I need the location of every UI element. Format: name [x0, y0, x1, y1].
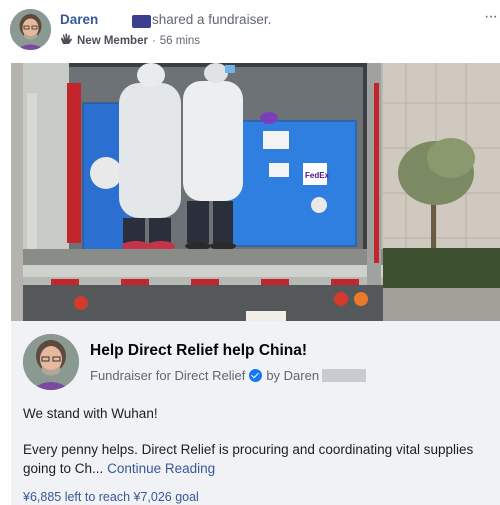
fundraiser-for-text[interactable]: Fundraiser for Direct Relief	[90, 368, 245, 383]
meta-separator: ·	[151, 34, 156, 47]
redacted-name-block	[322, 369, 367, 382]
new-member-badge: New Member	[77, 34, 148, 47]
post-timestamp[interactable]: 56 mins	[160, 35, 200, 47]
continue-reading-link[interactable]: Continue Reading	[107, 461, 215, 476]
more-options-icon[interactable]: ···	[484, 8, 498, 26]
fundraiser-card[interactable]: Help Direct Relief help China! Fundraise…	[11, 321, 500, 505]
fundraiser-photo[interactable]: FedEx	[11, 63, 500, 321]
fundraiser-avatar[interactable]	[23, 334, 79, 390]
fundraiser-subtitle: Fundraiser for Direct Relief by Daren	[90, 368, 367, 383]
redacted-name-block	[132, 15, 151, 28]
fundraiser-description: Every penny helps. Direct Relief is proc…	[23, 440, 493, 478]
post-header: Daren shared a fundraiser. New Member · …	[0, 0, 500, 62]
author-avatar[interactable]	[10, 9, 51, 50]
verified-badge-icon	[249, 369, 263, 382]
fundraiser-title[interactable]: Help Direct Relief help China!	[90, 342, 307, 360]
fundraiser-by-text: by Daren	[266, 368, 320, 383]
wave-icon	[60, 33, 73, 48]
author-name[interactable]: Daren	[60, 12, 98, 27]
post-meta: New Member · 56 mins	[60, 33, 200, 48]
post-action-text: shared a fundraiser.	[152, 12, 272, 27]
fundraiser-body: Every penny helps. Direct Relief is proc…	[23, 442, 474, 476]
fundraiser-line1: We stand with Wuhan!	[23, 406, 158, 421]
fedex-label: FedEx	[305, 171, 330, 180]
fundraiser-goal[interactable]: ¥6,885 left to reach ¥7,026 goal	[23, 490, 199, 504]
